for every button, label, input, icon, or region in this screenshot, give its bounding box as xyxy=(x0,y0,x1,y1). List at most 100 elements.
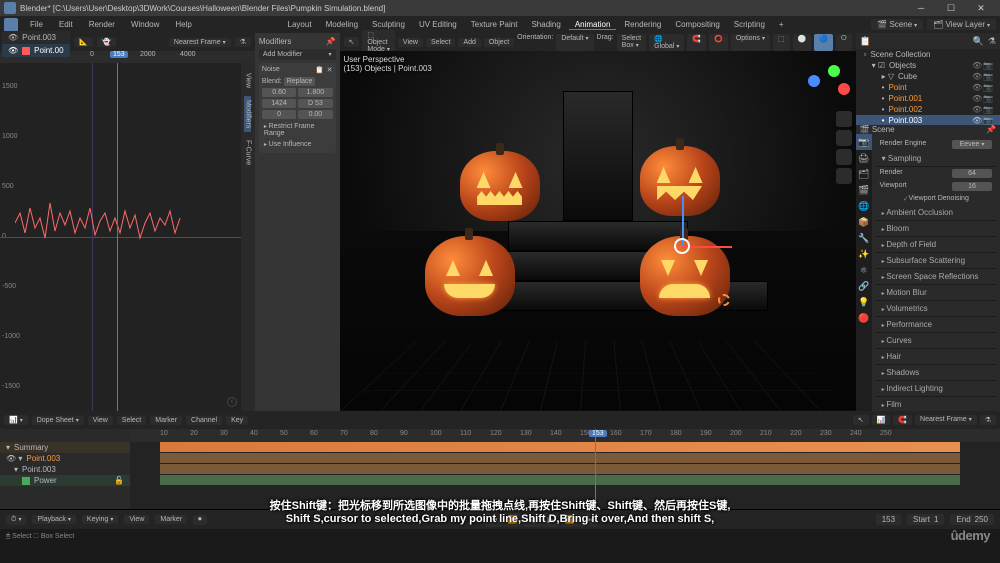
point003-keyframes[interactable] xyxy=(160,453,960,463)
jump-end-button[interactable]: ⏭ xyxy=(580,513,598,527)
render-icon[interactable]: 📷 xyxy=(983,61,992,70)
engine-dropdown[interactable]: Eevee xyxy=(952,140,992,149)
eye-icon[interactable]: 👁 xyxy=(972,105,981,114)
scene-field[interactable]: 🎬 Scene xyxy=(871,19,923,30)
proportional-icon[interactable]: ⭕ xyxy=(709,34,728,51)
gizmo-center[interactable] xyxy=(674,238,690,254)
particle-tab-icon[interactable]: ✨ xyxy=(856,246,872,262)
ws-animation[interactable]: Animation xyxy=(569,20,617,30)
sec-hair[interactable]: Hair xyxy=(876,349,996,365)
sec-shadows[interactable]: Shadows xyxy=(876,365,996,381)
constraint-tab-icon[interactable]: 🔗 xyxy=(856,278,872,294)
pb-menu-marker[interactable]: Marker xyxy=(155,515,187,524)
sec-ssr[interactable]: Screen Space Reflections xyxy=(876,269,996,285)
tab-modifiers[interactable]: Modifiers xyxy=(244,96,251,132)
pb-menu-view[interactable]: View xyxy=(124,515,149,524)
render-tab-icon[interactable]: 📷 xyxy=(856,134,872,150)
viewport-body[interactable]: User Perspective (153) Objects | Point.0… xyxy=(340,51,856,411)
object-tab-icon[interactable]: 📦 xyxy=(856,214,872,230)
point003-action[interactable]: ▾ Point.003 xyxy=(0,464,130,475)
eye-icon[interactable]: 👁 xyxy=(972,116,981,125)
graph-canvas[interactable]: 1500 1000 500 0 -500 -1000 -1500 ‹ xyxy=(0,63,241,411)
mod-val-f[interactable]: 0.00 xyxy=(298,110,332,119)
ws-layout[interactable]: Layout xyxy=(282,20,318,30)
render-icon[interactable]: 📷 xyxy=(983,94,992,103)
vp-menu-select[interactable]: Select xyxy=(426,38,455,47)
point001-item[interactable]: • Point.001👁📷 xyxy=(856,93,1000,104)
filter-icon[interactable]: ⚗ xyxy=(988,36,996,47)
point003-channel[interactable]: 👁 ▾ Point.003 xyxy=(0,453,130,464)
menu-help[interactable]: Help xyxy=(167,20,199,29)
eye-icon[interactable]: 👁 xyxy=(8,46,18,55)
material-tab-icon[interactable]: 🔴 xyxy=(856,310,872,326)
snap-icon[interactable]: 🧲 xyxy=(687,34,706,51)
graph-shapekey-icon[interactable]: 📐 xyxy=(74,37,93,47)
options-dropdown[interactable]: Options xyxy=(731,34,770,51)
sec-ao[interactable]: Ambient Occlusion xyxy=(876,205,996,221)
jump-start-button[interactable]: ⏮ xyxy=(485,513,503,527)
dope-menu-channel[interactable]: Channel xyxy=(186,416,222,425)
action-keyframes[interactable] xyxy=(160,464,960,474)
ws-compositing[interactable]: Compositing xyxy=(669,20,725,30)
dope-snap-icon[interactable]: 🧲 xyxy=(893,415,912,425)
render-samples-field[interactable]: 64 xyxy=(952,169,992,178)
frame-ruler[interactable]: 10 20 30 40 50 60 70 80 90 100 110 120 1… xyxy=(130,429,1000,442)
eye-icon[interactable]: 👁 xyxy=(972,83,981,92)
eye-icon[interactable]: 👁 xyxy=(8,33,18,42)
drag-dropdown[interactable]: Select Box xyxy=(617,34,646,51)
eye-icon[interactable]: 👁 xyxy=(972,61,981,70)
dope-snap-dropdown[interactable]: Nearest Frame xyxy=(915,415,977,425)
playhead-line[interactable] xyxy=(595,429,596,509)
ws-uv[interactable]: UV Editing xyxy=(413,20,463,30)
physics-tab-icon[interactable]: ⚛ xyxy=(856,262,872,278)
dope-editor-type[interactable]: 📊 xyxy=(4,415,28,425)
viewport-samples-field[interactable]: 16 xyxy=(952,182,992,191)
sec-sss[interactable]: Subsurface Scattering xyxy=(876,253,996,269)
viewlayer-tab-icon[interactable]: 🗂 xyxy=(856,166,872,182)
cursor-tool-icon[interactable]: ↖ xyxy=(344,37,360,47)
eye-icon[interactable]: 👁 xyxy=(972,94,981,103)
ws-texture[interactable]: Texture Paint xyxy=(465,20,524,30)
sec-bloom[interactable]: Bloom xyxy=(876,221,996,237)
outliner-type-icon[interactable]: 📋 xyxy=(860,36,871,47)
scene-tab-icon[interactable]: 🎬 xyxy=(856,182,872,198)
dope-menu-marker[interactable]: Marker xyxy=(150,416,182,425)
scene-icon[interactable]: 🎬 xyxy=(860,125,870,134)
shading-material-icon[interactable]: 🔵 xyxy=(814,34,833,51)
power-keyframes[interactable] xyxy=(160,475,960,485)
search-icon[interactable]: 🔍 xyxy=(973,36,984,47)
dope-cursor-icon[interactable]: ↖ xyxy=(853,415,869,425)
minimize-button[interactable]: ─ xyxy=(906,0,936,16)
auto-keying-icon[interactable]: ⏺ xyxy=(193,515,207,525)
objects-collection[interactable]: ▾ ☑ Objects👁📷 xyxy=(856,60,1000,71)
point-item[interactable]: • Point👁📷 xyxy=(856,82,1000,93)
dope-mode[interactable]: Dope Sheet xyxy=(32,416,84,425)
render-icon[interactable]: 📷 xyxy=(983,72,992,81)
keying-dropdown[interactable]: Keying xyxy=(82,515,118,524)
cube-item[interactable]: ▸ ▽ Cube👁📷 xyxy=(856,71,1000,82)
mod-val-d[interactable]: D 53 xyxy=(298,99,332,108)
tab-fcurve[interactable]: F-Curve xyxy=(244,136,251,169)
sec-volumetrics[interactable]: Volumetrics xyxy=(876,301,996,317)
playhead[interactable] xyxy=(117,63,118,411)
shading-wire-icon[interactable]: ⬚ xyxy=(773,34,790,51)
restrict-frame-range[interactable]: Restrict Frame Range xyxy=(262,121,333,139)
ws-rendering[interactable]: Rendering xyxy=(618,20,667,30)
nav-x-icon[interactable] xyxy=(838,83,850,95)
dope-menu-key[interactable]: Key xyxy=(226,416,248,425)
camera-icon[interactable] xyxy=(836,149,852,165)
ws-modeling[interactable]: Modeling xyxy=(320,20,364,30)
dope-menu-view[interactable]: View xyxy=(88,416,113,425)
render-icon[interactable]: 📷 xyxy=(983,83,992,92)
keyframe-prev-button[interactable]: ⏪ xyxy=(504,513,522,527)
menu-file[interactable]: File xyxy=(22,20,51,29)
sampling-section[interactable]: ▾ Sampling xyxy=(876,151,996,167)
render-icon[interactable]: 📷 xyxy=(983,105,992,114)
space-dropdown[interactable]: 🌐 Global xyxy=(649,34,684,51)
filter-icon[interactable]: ⚗ xyxy=(235,37,251,47)
menu-render[interactable]: Render xyxy=(81,20,123,29)
move-view-icon[interactable] xyxy=(836,130,852,146)
pin-icon[interactable]: 📌 xyxy=(986,125,996,134)
perspective-icon[interactable] xyxy=(836,168,852,184)
blend-mode-field[interactable]: Replace xyxy=(284,77,316,86)
